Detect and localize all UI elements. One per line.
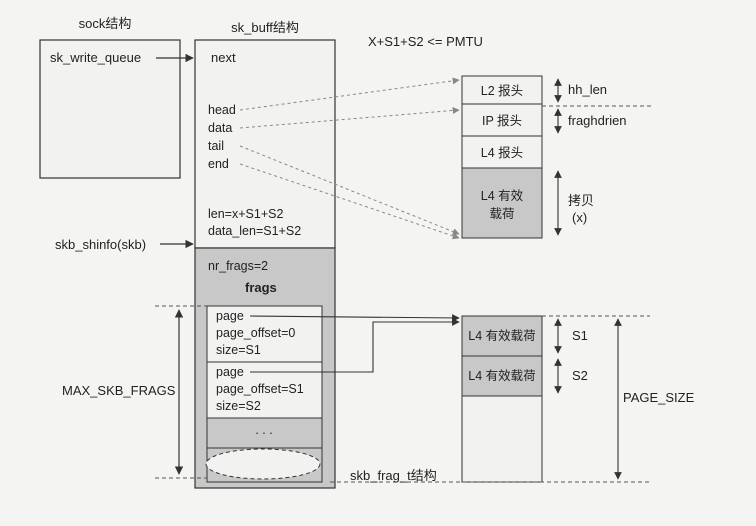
skb-frag-t-title: skb_frag_t结构	[350, 468, 437, 483]
skb-end: end	[208, 157, 229, 171]
pmtu-formula: X+S1+S2 <= PMTU	[368, 34, 483, 49]
copy-label-1: 拷贝	[568, 193, 594, 208]
l4-header-label: L4 报头	[481, 145, 523, 160]
frag1-offset: page_offset=0	[216, 326, 295, 340]
sk-write-queue-label: sk_write_queue	[50, 50, 141, 65]
frag2-offset: page_offset=S1	[216, 382, 304, 396]
page-frag1-label: L4 有效载荷	[468, 328, 535, 343]
skb-head: head	[208, 103, 236, 117]
skb-tail: tail	[208, 139, 224, 153]
skb-next: next	[211, 50, 236, 65]
frag2-size: size=S2	[216, 399, 261, 413]
skb-shinfo-label: skb_shinfo(skb)	[55, 237, 146, 252]
hh-len-label: hh_len	[568, 82, 607, 97]
nr-frags-label: nr_frags=2	[208, 259, 268, 273]
l4-payload-box	[461, 167, 543, 239]
sock-title: sock结构	[79, 16, 132, 31]
page-frag2-label: L4 有效载荷	[468, 368, 535, 383]
skb-data: data	[208, 121, 232, 135]
l4-payload-label-1: L4 有效	[481, 188, 524, 203]
max-skb-frags-label: MAX_SKB_FRAGS	[62, 383, 176, 398]
skb-data-len: data_len=S1+S2	[208, 224, 301, 238]
s1-label: S1	[572, 328, 588, 343]
ip-header-label: IP 报头	[482, 113, 522, 128]
diagram-stage: sock结构 sk_write_queue sk_buff结构 next hea…	[0, 0, 756, 521]
skb-frags-diagram: sock结构 sk_write_queue sk_buff结构 next hea…	[0, 0, 756, 521]
skb-len: len=x+S1+S2	[208, 207, 283, 221]
frag1-size: size=S1	[216, 343, 261, 357]
frag-ellipsis: . . .	[255, 423, 272, 437]
fraghdrlen-label: fraghdrien	[568, 113, 627, 128]
page-size-label: PAGE_SIZE	[623, 390, 695, 405]
sk-buff-title: sk_buff结构	[231, 20, 299, 35]
frag1-page: page	[216, 309, 244, 323]
copy-label-2: (x)	[572, 210, 587, 225]
l4-payload-label-2: 载荷	[489, 207, 514, 221]
l2-header-label: L2 报头	[481, 83, 523, 98]
s2-label: S2	[572, 368, 588, 383]
frag-slot-ellipse	[205, 448, 321, 480]
frags-label: frags	[245, 280, 277, 295]
frag2-page: page	[216, 365, 244, 379]
